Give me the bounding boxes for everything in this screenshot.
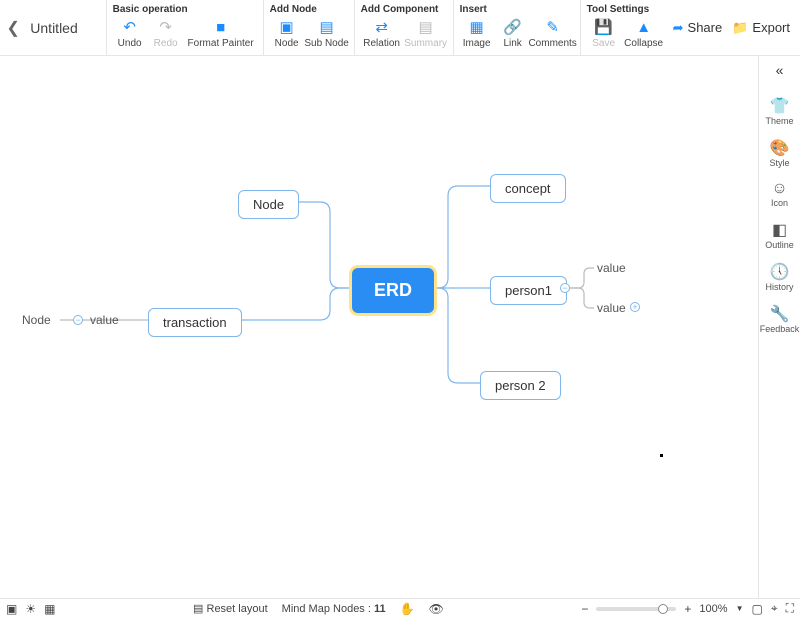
- summary-icon: ▤: [417, 18, 435, 36]
- insert-image-button[interactable]: ▦ Image: [460, 17, 494, 49]
- relation-button[interactable]: ⇄ Relation: [361, 17, 403, 49]
- insert-link-button[interactable]: 🔗 Link: [496, 17, 530, 49]
- workspace: ERD concept person1 person 2 Node transa…: [0, 56, 800, 598]
- side-outline[interactable]: ◧ Outline: [759, 216, 800, 254]
- canvas[interactable]: ERD concept person1 person 2 Node transa…: [0, 56, 758, 598]
- subnode-icon: ▤: [318, 18, 336, 36]
- relation-icon: ⇄: [373, 18, 391, 36]
- grid-icon[interactable]: ▦: [44, 602, 55, 616]
- hand-icon[interactable]: ✋: [400, 602, 415, 616]
- summary-button[interactable]: ▤ Summary: [405, 17, 447, 49]
- mm-node-person2[interactable]: person 2: [480, 371, 561, 400]
- toolbar-group-add-component: Add Component ⇄ Relation ▤ Summary: [354, 0, 453, 55]
- node-icon: ▣: [278, 18, 296, 36]
- side-style[interactable]: 🎨 Style: [759, 134, 800, 172]
- image-icon: ▦: [468, 18, 486, 36]
- toolbar-group-basic: Basic operation ↶ Undo ↷ Redo ■ Format P…: [106, 0, 263, 55]
- chevron-down-icon[interactable]: ▼: [736, 604, 744, 613]
- side-feedback[interactable]: 🔧 Feedback: [759, 300, 800, 338]
- back-button[interactable]: ❮: [0, 0, 26, 55]
- node-count: Mind Map Nodes : 11: [282, 603, 386, 615]
- toolbar-right: ➦ Share 📁 Export: [671, 0, 800, 55]
- mm-node-node[interactable]: Node: [238, 190, 299, 219]
- toolbar-group-insert: Insert ▦ Image 🔗 Link ✎ Comments: [453, 0, 580, 55]
- add-node-button[interactable]: ▣ Node: [270, 17, 304, 49]
- add-child-icon[interactable]: +: [630, 302, 640, 312]
- share-button[interactable]: ➦ Share: [671, 16, 725, 40]
- fit-icon[interactable]: ▢: [751, 602, 762, 616]
- mm-node-concept[interactable]: concept: [490, 174, 566, 203]
- group-title: Add Component: [361, 4, 447, 15]
- zoom-slider[interactable]: [596, 607, 676, 611]
- side-theme[interactable]: 👕 Theme: [759, 92, 800, 130]
- cursor-dot: [660, 454, 663, 457]
- share-icon: ➦: [673, 20, 684, 36]
- collapse-button[interactable]: ▲ Collapse: [623, 17, 665, 49]
- mm-leaf-node[interactable]: Node: [22, 313, 51, 327]
- monitor-icon[interactable]: ▣: [6, 602, 17, 616]
- mm-node-transaction[interactable]: transaction: [148, 308, 242, 337]
- mm-leaf-value[interactable]: value: [597, 261, 626, 275]
- redo-icon: ↷: [157, 18, 175, 36]
- smiley-icon: ☺: [771, 180, 787, 198]
- toolbar-group-add-node: Add Node ▣ Node ▤ Sub Node: [263, 0, 354, 55]
- add-subnode-button[interactable]: ▤ Sub Node: [306, 17, 348, 49]
- format-painter-icon: ■: [212, 18, 230, 36]
- side-collapse-button[interactable]: «: [776, 62, 784, 78]
- connector-icon[interactable]: −: [73, 315, 83, 325]
- side-history[interactable]: 🕔 History: [759, 258, 800, 296]
- group-title: Add Node: [270, 4, 348, 15]
- chevron-double-left-icon: «: [776, 62, 784, 78]
- statusbar-left: ▣ ☀ ▦: [6, 602, 55, 616]
- side-icon[interactable]: ☺ Icon: [759, 176, 800, 212]
- export-button[interactable]: 📁 Export: [730, 16, 792, 40]
- outline-icon: ◧: [772, 220, 787, 240]
- eye-icon[interactable]: 👁: [429, 602, 444, 616]
- zoom-out-button[interactable]: −: [581, 602, 588, 616]
- connector-icon[interactable]: −: [560, 283, 570, 293]
- statusbar-center: ▤ Reset layout Mind Map Nodes : 11 ✋ 👁: [65, 602, 571, 616]
- zoom-in-button[interactable]: +: [684, 602, 691, 616]
- group-title: Basic operation: [113, 4, 257, 15]
- comments-icon: ✎: [544, 18, 562, 36]
- toolbar: ❮ Untitled Basic operation ↶ Undo ↷ Redo…: [0, 0, 800, 56]
- mm-leaf-value[interactable]: value: [597, 301, 626, 315]
- layout-icon: ▤: [193, 603, 203, 615]
- export-icon: 📁: [732, 20, 748, 36]
- undo-button[interactable]: ↶ Undo: [113, 17, 147, 49]
- toolbar-group-tool-settings: Tool Settings 💾 Save ▲ Collapse: [580, 0, 671, 55]
- clock-icon: 🕔: [770, 262, 790, 282]
- format-painter-button[interactable]: ■ Format Painter: [185, 17, 257, 49]
- wrench-icon: 🔧: [770, 304, 790, 324]
- focus-icon[interactable]: ⌖: [771, 601, 778, 616]
- save-icon: 💾: [595, 18, 613, 36]
- document-title[interactable]: Untitled: [26, 0, 105, 55]
- group-title: Insert: [460, 4, 574, 15]
- group-title: Tool Settings: [587, 4, 665, 15]
- chevron-left-icon: ❮: [6, 18, 19, 38]
- mm-node-person1[interactable]: person1: [490, 276, 567, 305]
- link-icon: 🔗: [504, 18, 522, 36]
- reset-layout-button[interactable]: ▤ Reset layout: [193, 602, 268, 615]
- collapse-icon: ▲: [635, 18, 653, 36]
- save-button[interactable]: 💾 Save: [587, 17, 621, 49]
- side-panel: « 👕 Theme 🎨 Style ☺ Icon ◧ Outline 🕔 His…: [758, 56, 800, 598]
- shirt-icon: 👕: [770, 96, 790, 116]
- statusbar: ▣ ☀ ▦ ▤ Reset layout Mind Map Nodes : 11…: [0, 598, 800, 618]
- sun-icon[interactable]: ☀: [25, 602, 36, 616]
- mm-root[interactable]: ERD: [352, 268, 434, 313]
- mm-leaf-value[interactable]: value: [90, 313, 119, 327]
- fullscreen-icon[interactable]: ⛶: [786, 601, 794, 616]
- insert-comments-button[interactable]: ✎ Comments: [532, 17, 574, 49]
- zoom-level[interactable]: 100%: [699, 603, 727, 615]
- redo-button[interactable]: ↷ Redo: [149, 17, 183, 49]
- palette-icon: 🎨: [770, 138, 790, 158]
- statusbar-right: − + 100% ▼ ▢ ⌖ ⛶: [581, 601, 794, 616]
- undo-icon: ↶: [121, 18, 139, 36]
